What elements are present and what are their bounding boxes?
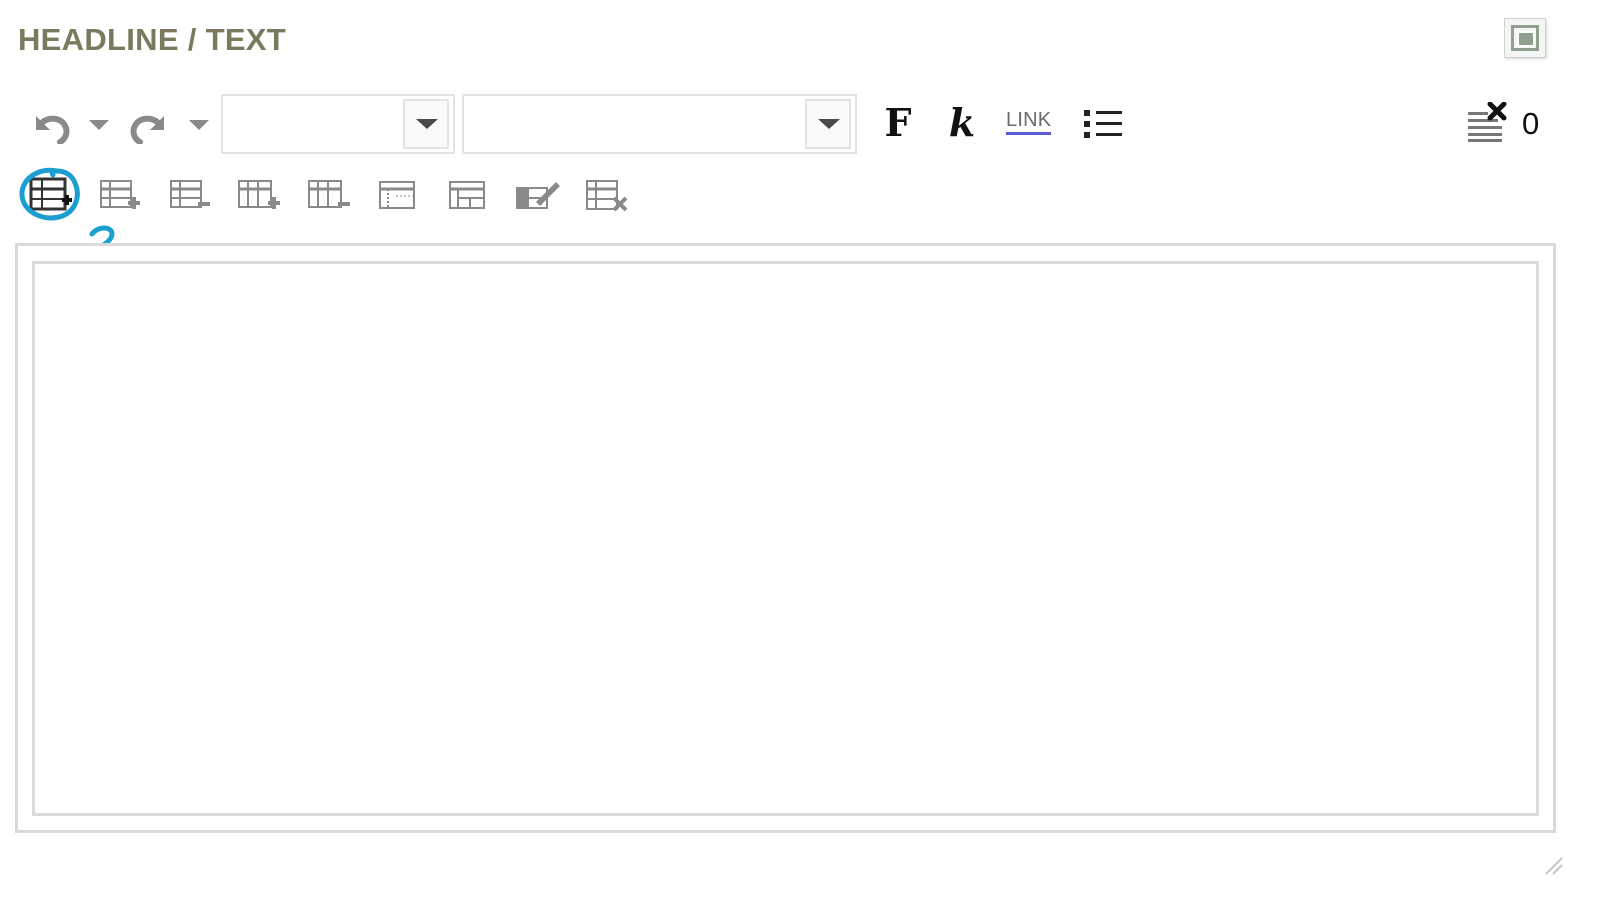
annotation-circle: [19, 167, 80, 221]
link-button[interactable]: LINK: [1006, 110, 1052, 135]
format-combo[interactable]: [221, 94, 455, 154]
bold-button[interactable]: F: [878, 98, 918, 148]
counter-value: 0: [1522, 106, 1540, 141]
bullet-list-icon[interactable]: [1080, 104, 1126, 144]
redo-dropdown-chevron-down-icon[interactable]: [186, 116, 212, 134]
table-split-cells-icon[interactable]: [446, 178, 492, 214]
italic-button[interactable]: k: [942, 98, 982, 148]
editor-content-area[interactable]: [32, 261, 1539, 816]
table-merge-cells-icon[interactable]: [376, 178, 422, 214]
maximize-button[interactable]: [1504, 18, 1546, 58]
resize-grip-icon[interactable]: [1540, 852, 1564, 876]
table-delete-icon[interactable]: [584, 178, 632, 214]
undo-icon[interactable]: [26, 104, 74, 144]
editor-panel: HEADLINE / TEXT F k LINK 0: [0, 0, 1600, 900]
style-combo[interactable]: [462, 94, 857, 154]
table-column-delete-icon[interactable]: [306, 178, 354, 214]
redo-icon[interactable]: [126, 104, 174, 144]
table-row-insert-icon[interactable]: [98, 178, 144, 214]
table-column-insert-icon[interactable]: [236, 178, 284, 214]
table-row-delete-icon[interactable]: [168, 178, 214, 214]
panel-title: HEADLINE / TEXT: [18, 22, 287, 57]
table-cell-properties-icon[interactable]: [514, 176, 562, 214]
editor-frame: [15, 243, 1556, 833]
style-combo-chevron-down-icon[interactable]: [805, 99, 851, 149]
format-combo-chevron-down-icon[interactable]: [403, 99, 449, 149]
clear-formatting-icon[interactable]: [1464, 102, 1510, 144]
undo-dropdown-chevron-down-icon[interactable]: [86, 116, 112, 134]
